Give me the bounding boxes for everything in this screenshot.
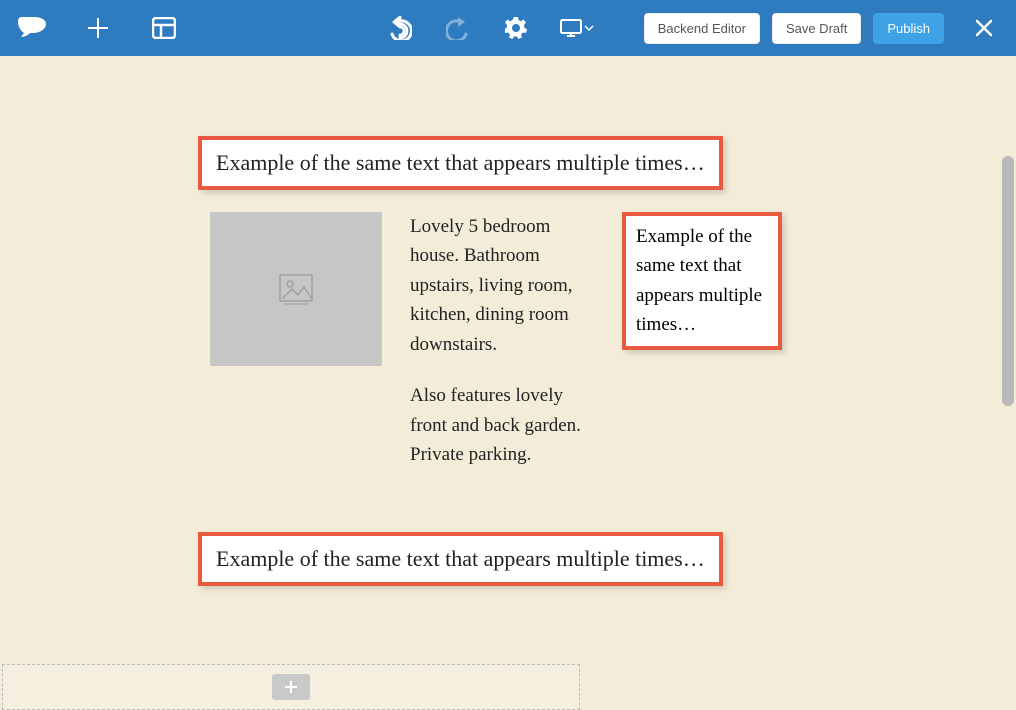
desktop-icon	[560, 19, 582, 37]
layout-icon[interactable]	[150, 14, 178, 42]
save-draft-button[interactable]: Save Draft	[772, 13, 861, 44]
backend-editor-button[interactable]: Backend Editor	[644, 13, 760, 44]
editor-canvas[interactable]: Example of the same text that appears mu…	[0, 56, 1016, 710]
body-paragraph-2: Also features lovely front and back gard…	[410, 381, 594, 469]
heading-block-bottom[interactable]: Example of the same text that appears mu…	[198, 532, 988, 586]
side-highlight-box[interactable]: Example of the same text that appears mu…	[622, 212, 782, 350]
page-content: Example of the same text that appears mu…	[198, 56, 988, 586]
logo-icon[interactable]	[18, 14, 46, 42]
toolbar-left	[18, 14, 178, 42]
close-icon[interactable]	[970, 14, 998, 42]
content-row: Lovely 5 bedroom house. Bathroom upstair…	[198, 212, 988, 492]
image-icon	[278, 271, 314, 307]
plus-icon	[283, 679, 299, 695]
editor-toolbar: Backend Editor Save Draft Publish	[0, 0, 1016, 56]
heading-text: Example of the same text that appears mu…	[216, 150, 705, 175]
chevron-down-icon	[584, 25, 594, 31]
side-text: Example of the same text that appears mu…	[636, 226, 762, 335]
settings-icon[interactable]	[502, 14, 530, 42]
image-placeholder[interactable]	[210, 212, 382, 366]
heading-text: Example of the same text that appears mu…	[216, 546, 705, 571]
toolbar-right: Backend Editor Save Draft Publish	[644, 13, 998, 44]
heading-block-top[interactable]: Example of the same text that appears mu…	[198, 136, 988, 190]
add-section-placeholder[interactable]	[2, 664, 580, 710]
text-column[interactable]: Lovely 5 bedroom house. Bathroom upstair…	[410, 212, 594, 492]
highlighted-text: Example of the same text that appears mu…	[198, 532, 723, 586]
add-icon[interactable]	[84, 14, 112, 42]
toolbar-center	[386, 14, 594, 42]
body-paragraph-1: Lovely 5 bedroom house. Bathroom upstair…	[410, 212, 594, 359]
redo-icon[interactable]	[444, 14, 472, 42]
add-element-button[interactable]	[272, 674, 310, 700]
undo-icon[interactable]	[386, 14, 414, 42]
device-preview-dropdown[interactable]	[560, 19, 594, 37]
scrollbar-vertical[interactable]	[1002, 156, 1014, 406]
publish-button[interactable]: Publish	[873, 13, 944, 44]
highlighted-text: Example of the same text that appears mu…	[198, 136, 723, 190]
